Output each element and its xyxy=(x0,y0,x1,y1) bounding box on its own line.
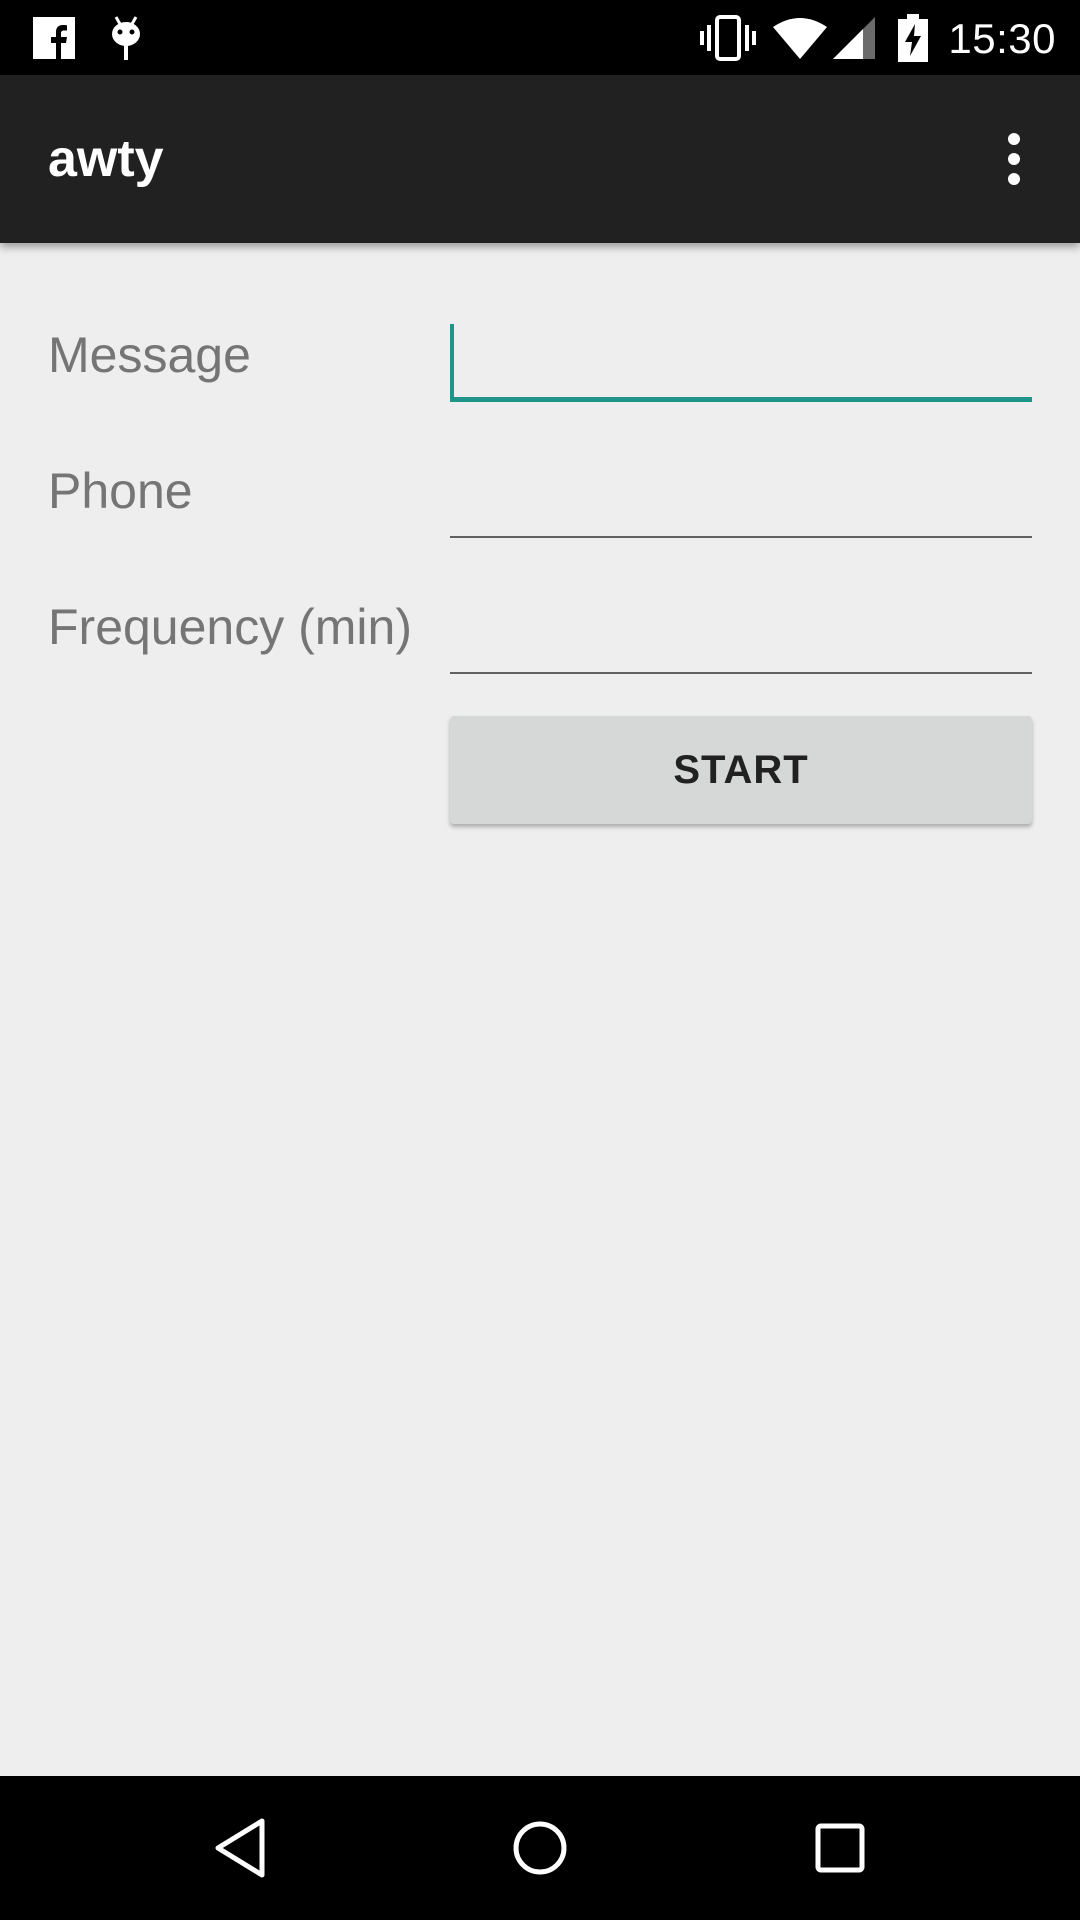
android-debug-icon xyxy=(104,0,148,75)
home-icon xyxy=(513,1821,567,1875)
facebook-icon xyxy=(30,0,78,75)
phone-input[interactable] xyxy=(450,458,1032,538)
app-bar: awty xyxy=(0,75,1080,243)
status-time: 15:30 xyxy=(948,15,1056,62)
cell-signal-icon xyxy=(832,0,876,75)
frequency-field-container xyxy=(450,594,1032,674)
overflow-menu-button[interactable] xyxy=(972,117,1056,201)
overflow-menu-icon xyxy=(1008,133,1020,185)
home-button[interactable] xyxy=(460,1776,620,1920)
battery-charging-icon xyxy=(896,0,930,75)
start-button[interactable]: START xyxy=(450,716,1032,824)
back-button[interactable] xyxy=(160,1776,320,1920)
navigation-bar xyxy=(0,1776,1080,1920)
app-screen: 15:30 awty Message Phone Frequency (min)… xyxy=(0,0,1080,1920)
message-field-container xyxy=(450,322,1032,402)
message-input[interactable] xyxy=(450,322,1032,402)
back-icon xyxy=(215,1818,265,1878)
message-field-underline xyxy=(450,397,1032,402)
phone-field-container xyxy=(450,458,1032,538)
phone-label: Phone xyxy=(48,463,193,519)
message-label: Message xyxy=(48,327,251,383)
frequency-field-underline xyxy=(450,672,1032,674)
text-cursor xyxy=(450,324,454,398)
recents-icon xyxy=(815,1823,865,1873)
status-bar: 15:30 xyxy=(0,0,1080,75)
wifi-icon xyxy=(772,0,828,75)
vibrate-icon xyxy=(698,0,758,75)
recents-button[interactable] xyxy=(760,1776,920,1920)
frequency-input[interactable] xyxy=(450,594,1032,674)
phone-field-underline xyxy=(450,536,1032,538)
app-title: awty xyxy=(48,130,164,188)
frequency-label: Frequency (min) xyxy=(48,599,412,655)
